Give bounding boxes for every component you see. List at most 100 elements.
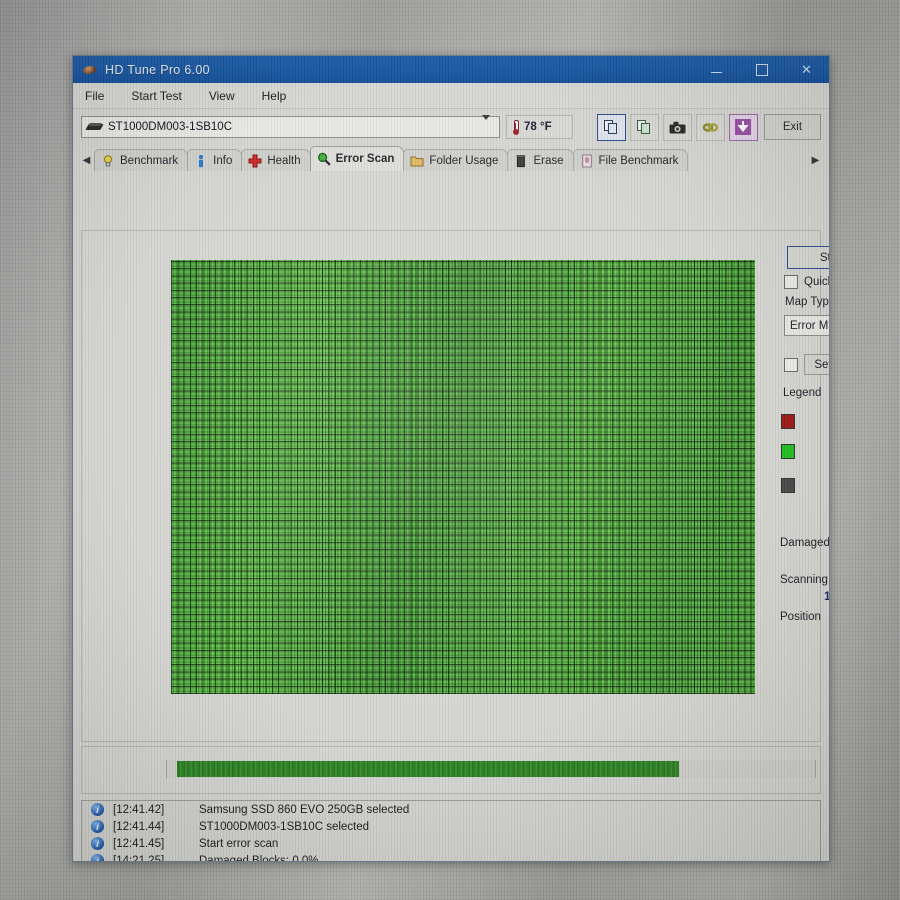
tab-benchmark[interactable]: Benchmark [94,149,189,171]
maximize-button[interactable] [739,56,784,83]
toolbar-row: ST1000DM003-1SB10C 78 °F Exit [73,109,829,145]
tab-health[interactable]: Health [241,149,311,171]
error-scan-panel [81,230,821,742]
tab-info-label: Info [213,154,233,167]
log-message: ST1000DM003-1SB10C selected [199,820,370,833]
info-icon: i [91,803,104,816]
legend-item-good: Good [781,444,829,459]
tab-scroll-right-icon[interactable]: ▶ [808,149,823,171]
list-item: i [12:41.45] Start error scan [82,835,820,852]
list-item: i [12:41.42] Samsung SSD 860 EVO 250GB s… [82,801,820,818]
quick-scan-checkbox-row[interactable]: Quick Scan [784,275,829,289]
log-time: [12:41.42] [113,803,165,816]
tab-scroll-left-icon[interactable]: ◀ [79,149,94,171]
info-icon: i [91,854,104,861]
map-type-label: Map Type [785,296,829,308]
tab-benchmark-label: Benchmark [120,154,179,167]
quick-scan-label: Quick Scan [804,276,829,288]
log-time: [12:41.45] [113,837,165,850]
folder-icon [410,154,424,168]
chevron-down-icon[interactable] [482,115,494,132]
tab-erase-label: Erase [533,154,564,167]
window-controls: ✕ [694,56,829,83]
tab-error-scan-label: Error Scan [335,153,395,165]
quick-scan-checkbox[interactable] [784,275,798,289]
tab-file-benchmark[interactable]: File Benchmark [572,149,689,171]
tab-strip: ◀ Benchmark Info Health Error Scan Folde… [73,145,829,171]
red-cross-icon [248,154,262,168]
list-item: i [12:41.44] ST1000DM003-1SB10C selected [82,818,820,835]
icon-toolbar [596,113,758,141]
hdd-platter-icon [82,63,98,77]
legend-item-not-tested: Not Tested [781,478,829,493]
menu-item-start-test[interactable]: Start Test [128,87,184,105]
start-button[interactable]: Start [787,246,829,269]
log-time: [12:41.44] [113,820,165,833]
log-time: [14:21.25] [113,854,165,862]
tab-erase[interactable]: Erase [507,149,574,171]
window-title-bar: HD Tune Pro 6.00 ✕ [73,56,829,83]
scan-controls-panel: Start Quick Scan Map Type Error Map Set … [770,234,830,654]
log-message: Damaged Blocks: 0.0% [199,854,319,862]
lightbulb-icon [101,154,115,168]
progress-fill [177,761,679,777]
camera-icon[interactable] [662,113,692,141]
trash-icon [514,154,528,168]
copy-icon[interactable] [596,113,626,141]
set-range-row[interactable]: Set Range [784,354,829,375]
scanning-speed-label: Scanning Speed [780,574,829,586]
log-message: Start error scan [199,837,279,850]
block-map-grid[interactable] [171,260,755,694]
tab-health-label: Health [267,154,301,167]
magnifier-icon [317,152,331,166]
thermometer-icon [511,119,520,135]
set-range-button[interactable]: Set Range [804,354,829,375]
tab-folder-usage[interactable]: Folder Usage [403,149,509,171]
drive-select[interactable]: ST1000DM003-1SB10C [81,115,500,138]
menu-bar: File Start Test View Help [73,83,829,109]
map-type-value: Error Map [790,319,829,332]
hd-tune-window: HD Tune Pro 6.00 ✕ File Start Test View … [72,55,830,862]
progress-track [166,760,816,778]
exit-button[interactable]: Exit [763,114,821,140]
minimize-button[interactable] [694,56,739,83]
info-icon: i [91,820,104,833]
close-icon[interactable]: ✕ [784,56,829,83]
set-range-checkbox[interactable] [784,357,798,372]
legend-swatch-not-tested [781,478,795,493]
map-type-select[interactable]: Error Map [784,315,829,336]
tab-file-benchmark-label: File Benchmark [598,154,679,167]
tab-error-scan[interactable]: Error Scan [309,146,405,171]
progress-panel [81,746,821,794]
log-list[interactable]: i [12:41.42] Samsung SSD 860 EVO 250GB s… [81,800,821,862]
scanning-speed-value: 102.92 MB/s [824,591,830,603]
chain-link-icon[interactable] [695,113,725,141]
legend-label-not-tested: Not Tested [795,480,829,492]
tab-folder-usage-label: Folder Usage [429,154,499,167]
log-message: Samsung SSD 860 EVO 250GB selected [199,803,410,816]
position-label: Position [780,611,821,623]
copy-alt-icon[interactable] [629,113,659,141]
temperature-indicator: 78 °F [506,115,573,139]
legend-item-damaged: Damaged [781,414,829,429]
legend-swatch-damaged [781,414,795,429]
menu-item-file[interactable]: File [82,87,107,105]
drive-select-value: ST1000DM003-1SB10C [108,121,233,133]
damaged-blocks-label: Damaged Blocks [780,537,830,549]
hard-disk-icon [87,122,103,132]
legend-swatch-good [781,444,795,459]
block-map[interactable] [171,260,755,694]
legend-label-good: Good [795,446,829,458]
legend-label-damaged: Damaged [795,416,829,428]
temperature-value: 78 °F [524,121,552,133]
menu-item-help[interactable]: Help [259,87,290,105]
menu-item-view[interactable]: View [206,87,238,105]
list-item: i [14:21.25] Damaged Blocks: 0.0% [82,852,820,862]
info-person-icon [194,154,208,168]
file-chart-icon [580,154,594,168]
legend-label: Legend [783,387,822,399]
info-icon: i [91,837,104,850]
window-title: HD Tune Pro 6.00 [105,62,210,77]
tab-info[interactable]: Info [187,149,243,171]
download-arrow-icon[interactable] [728,113,758,141]
